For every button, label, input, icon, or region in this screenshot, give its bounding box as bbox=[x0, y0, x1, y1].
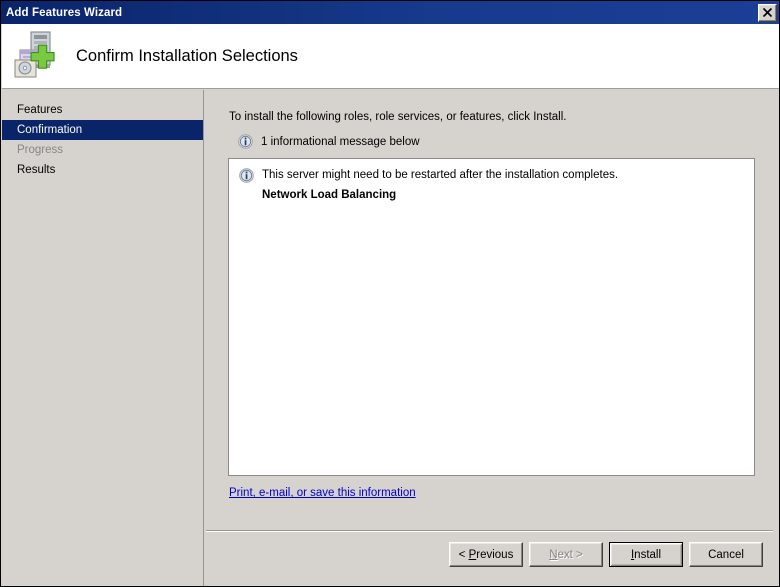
print-email-save-link[interactable]: Print, e-mail, or save this information bbox=[229, 487, 416, 499]
sidebar-item-features[interactable]: Features bbox=[2, 100, 203, 120]
wizard-banner: Confirm Installation Selections bbox=[2, 24, 779, 89]
footer-separator bbox=[206, 530, 773, 532]
restart-warning-text: This server might need to be restarted a… bbox=[262, 169, 619, 181]
window-title: Add Features Wizard bbox=[6, 6, 123, 19]
feature-name: Network Load Balancing bbox=[262, 189, 397, 201]
install-button-label: Install bbox=[630, 548, 662, 561]
previous-button[interactable]: < Previous bbox=[449, 542, 523, 567]
information-icon bbox=[239, 168, 254, 183]
sidebar-item-results[interactable]: Results bbox=[2, 160, 203, 180]
sidebar-item-progress[interactable]: Progress bbox=[2, 140, 203, 160]
next-button[interactable]: Next > bbox=[529, 542, 603, 567]
sidebar-item-label: Features bbox=[17, 104, 63, 116]
information-icon bbox=[238, 134, 253, 149]
wizard-sidebar: Features Confirmation Progress Results bbox=[2, 90, 204, 586]
install-button[interactable]: Install bbox=[609, 542, 683, 567]
sidebar-item-label: Progress bbox=[17, 144, 64, 156]
list-item: This server might need to be restarted a… bbox=[229, 159, 754, 183]
instruction-text: To install the following roles, role ser… bbox=[229, 111, 567, 123]
button-bar: < Previous Next > Install Cancel bbox=[1, 542, 779, 582]
message-summary-text: 1 informational message below bbox=[261, 135, 420, 148]
add-features-server-icon bbox=[12, 30, 68, 82]
close-icon bbox=[762, 7, 773, 18]
title-bar[interactable]: Add Features Wizard bbox=[1, 1, 779, 24]
sidebar-item-label: Results bbox=[17, 164, 56, 176]
close-button[interactable] bbox=[758, 3, 777, 22]
confirmation-listbox[interactable]: This server might need to be restarted a… bbox=[228, 158, 755, 476]
next-button-label: Next > bbox=[549, 548, 583, 561]
cancel-button[interactable]: Cancel bbox=[689, 542, 763, 567]
previous-button-label: < Previous bbox=[458, 548, 514, 561]
sidebar-item-label: Confirmation bbox=[17, 124, 83, 136]
page-title: Confirm Installation Selections bbox=[76, 46, 298, 65]
wizard-content: To install the following roles, role ser… bbox=[205, 90, 779, 586]
add-features-wizard-window: Add Features Wizard Confirm Installation… bbox=[0, 0, 780, 587]
cancel-button-label: Cancel bbox=[708, 548, 744, 561]
sidebar-item-confirmation[interactable]: Confirmation bbox=[2, 120, 203, 140]
message-summary: 1 informational message below bbox=[238, 134, 420, 149]
